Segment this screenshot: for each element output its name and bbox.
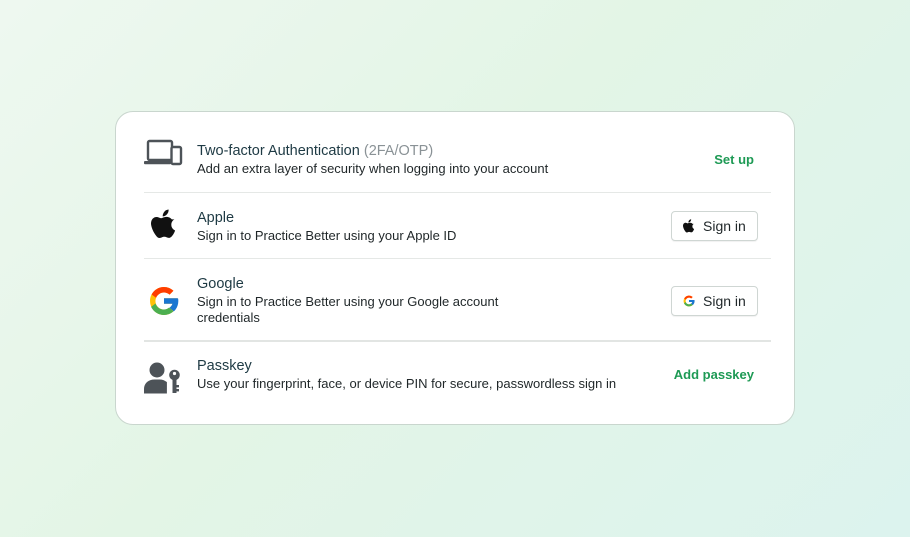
apple-sign-in-button[interactable]: Sign in <box>671 211 758 241</box>
passkey-title: Passkey <box>197 358 252 374</box>
apple-description: Sign in to Practice Better using your Ap… <box>197 228 457 243</box>
two-factor-text: Two-factor Authentication (2FA/OTP) Add … <box>197 142 548 177</box>
google-logo-icon <box>144 281 184 321</box>
apple-logo-icon <box>682 219 696 233</box>
google-logo-icon <box>682 294 696 308</box>
google-sign-in-label: Sign in <box>703 293 746 309</box>
apple-text: Apple Sign in to Practice Better using y… <box>197 209 456 244</box>
devices-icon <box>144 134 184 174</box>
two-factor-row: Two-factor Authentication (2FA/OTP) Add … <box>144 112 771 193</box>
google-title: Google <box>197 276 244 292</box>
apple-logo-icon <box>144 204 184 244</box>
two-factor-title: Two-factor Authentication (2FA/OTP) <box>197 143 434 159</box>
google-text: Google Sign in to Practice Better using … <box>197 275 498 326</box>
sign-in-methods-card: Two-factor Authentication (2FA/OTP) Add … <box>115 111 795 425</box>
google-row: Google Sign in to Practice Better using … <box>144 259 771 341</box>
apple-row: Apple Sign in to Practice Better using y… <box>144 193 771 259</box>
google-description-line1: Sign in to Practice Better using your Go… <box>197 294 499 309</box>
passkey-text: Passkey Use your fingerprint, face, or d… <box>197 357 616 392</box>
two-factor-title-suffix: (2FA/OTP) <box>363 143 434 159</box>
passkey-description: Use your fingerprint, face, or device PI… <box>197 376 617 391</box>
google-description-line2: credentials <box>197 310 260 325</box>
passkey-row: Passkey Use your fingerprint, face, or d… <box>144 341 771 425</box>
apple-title: Apple <box>197 210 235 226</box>
apple-sign-in-label: Sign in <box>703 218 746 234</box>
two-factor-description: Add an extra layer of security when logg… <box>197 161 549 176</box>
user-key-icon <box>144 358 184 398</box>
google-sign-in-button[interactable]: Sign in <box>671 286 758 316</box>
setup-2fa-button[interactable]: Set up <box>714 152 754 167</box>
add-passkey-button[interactable]: Add passkey <box>674 367 754 382</box>
